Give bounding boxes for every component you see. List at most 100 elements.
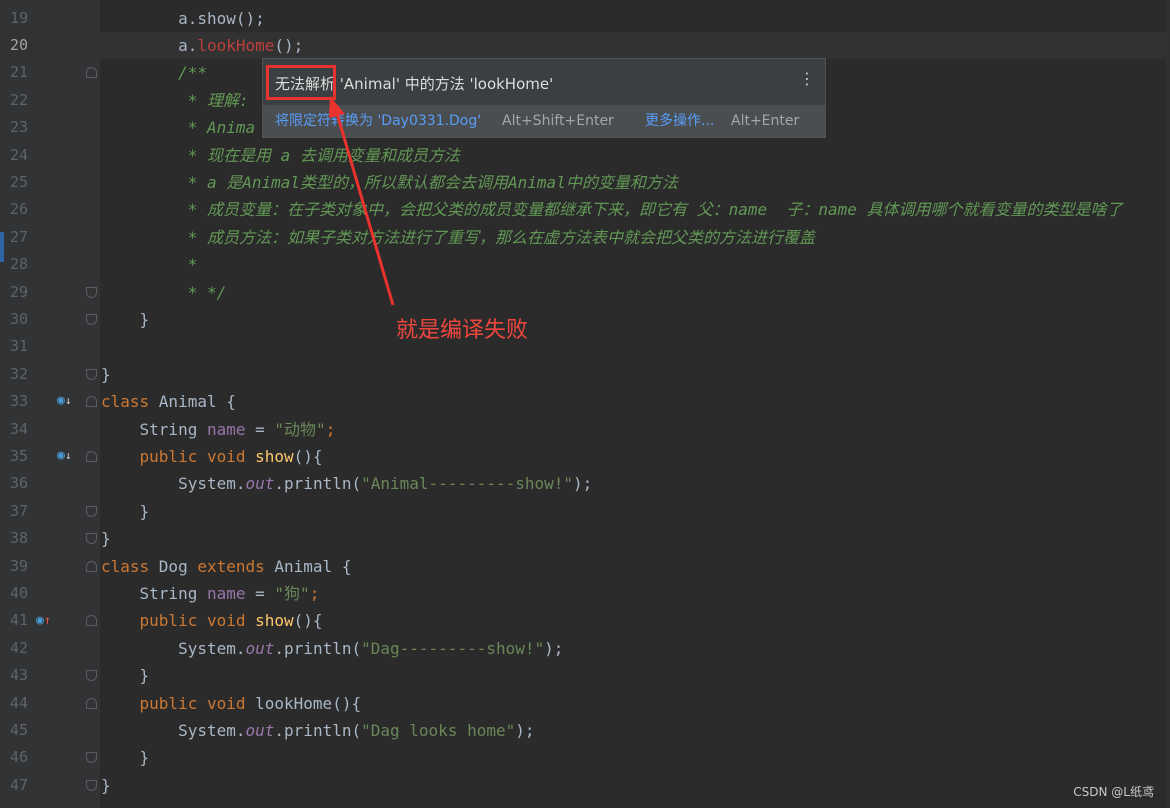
- code-line[interactable]: 19 a.show();: [0, 5, 1170, 32]
- code-line[interactable]: 27 * 成员方法：如果子类对方法进行了重写，那么在虚方法表中就会把父类的方法进…: [0, 224, 1170, 251]
- line-number[interactable]: 41: [0, 607, 28, 634]
- line-number[interactable]: 43: [0, 662, 28, 689]
- line-number[interactable]: 27: [0, 224, 28, 251]
- highlight-annotation-box: [266, 65, 336, 100]
- line-number[interactable]: 35: [0, 443, 28, 470]
- code-text: }: [101, 309, 150, 329]
- line-number[interactable]: 39: [0, 553, 28, 580]
- overrides-up-icon[interactable]: ◉↑: [36, 611, 51, 630]
- fold-toggle-icon[interactable]: [86, 505, 97, 517]
- code-line[interactable]: 30 }: [0, 306, 1170, 333]
- fold-toggle-icon[interactable]: [86, 396, 97, 408]
- fold-toggle-icon[interactable]: [86, 67, 97, 79]
- fold-toggle-icon[interactable]: [86, 450, 97, 462]
- fold-toggle-icon[interactable]: [86, 368, 97, 380]
- fold-toggle-icon[interactable]: [86, 670, 97, 682]
- code-text: * 成员方法：如果子类对方法进行了重写，那么在虚方法表中就会把父类的方法进行覆盖: [101, 227, 815, 247]
- code-text: *: [101, 255, 198, 275]
- code-text: }: [101, 364, 111, 384]
- line-number[interactable]: 29: [0, 279, 28, 306]
- code-line[interactable]: 20 a.lookHome();: [0, 32, 1170, 59]
- convert-qualifier-action[interactable]: 将限定符转换为 'Day0331.Dog': [275, 105, 481, 137]
- code-text: class Animal {: [101, 392, 236, 412]
- line-number[interactable]: 25: [0, 169, 28, 196]
- code-text: * Anima: [101, 118, 256, 138]
- line-number[interactable]: 20: [0, 32, 28, 59]
- line-number[interactable]: 38: [0, 525, 28, 552]
- line-number[interactable]: 42: [0, 635, 28, 662]
- code-line[interactable]: 43 }: [0, 662, 1170, 689]
- code-line[interactable]: 25 * a 是Animal类型的，所以默认都会去调用Animal中的变量和方法: [0, 169, 1170, 196]
- code-line[interactable]: 42 System.out.println("Dag---------show!…: [0, 635, 1170, 662]
- code-line[interactable]: 36 System.out.println("Animal---------sh…: [0, 470, 1170, 497]
- code-line[interactable]: 41 ◉↑ public void show(){: [0, 607, 1170, 634]
- fold-toggle-icon[interactable]: [86, 752, 97, 764]
- code-line[interactable]: 46 }: [0, 744, 1170, 771]
- implemented-down-icon[interactable]: ◉↓: [57, 447, 71, 465]
- code-line[interactable]: 31: [0, 333, 1170, 360]
- line-number[interactable]: 37: [0, 498, 28, 525]
- code-line[interactable]: 26 * 成员变量：在子类对象中，会把父类的成员变量都继承下来，即它有 父：na…: [0, 196, 1170, 223]
- code-text: public void lookHome(){: [101, 693, 362, 713]
- code-line[interactable]: 29 * */: [0, 279, 1170, 306]
- line-number[interactable]: 34: [0, 416, 28, 443]
- fold-toggle-icon[interactable]: [86, 615, 97, 627]
- code-line[interactable]: 33 ◉↓ class Animal {: [0, 388, 1170, 415]
- line-number[interactable]: 36: [0, 470, 28, 497]
- code-line[interactable]: 34 String name = "动物";: [0, 416, 1170, 443]
- code-text: }: [101, 666, 150, 686]
- line-number[interactable]: 21: [0, 59, 28, 86]
- code-line[interactable]: 44 public void lookHome(){: [0, 690, 1170, 717]
- code-text: * a 是Animal类型的，所以默认都会去调用Animal中的变量和方法: [101, 172, 678, 192]
- line-number[interactable]: 28: [0, 251, 28, 278]
- code-text: String name = "狗";: [101, 583, 320, 603]
- code-text: public void show(){: [101, 446, 323, 466]
- fold-toggle-icon[interactable]: [86, 533, 97, 545]
- code-line[interactable]: 39 class Dog extends Animal {: [0, 553, 1170, 580]
- code-line[interactable]: 24 * 现在是用 a 去调用变量和成员方法: [0, 142, 1170, 169]
- code-text: System.out.println("Animal---------show!…: [101, 474, 593, 494]
- code-line[interactable]: 45 System.out.println("Dag looks home");: [0, 717, 1170, 744]
- code-line[interactable]: 37 }: [0, 498, 1170, 525]
- more-options-icon[interactable]: ⋮: [799, 71, 815, 87]
- editor-scrollbar[interactable]: [1166, 0, 1170, 808]
- more-actions-link[interactable]: 更多操作...: [645, 105, 714, 137]
- line-number[interactable]: 30: [0, 306, 28, 333]
- implemented-down-icon[interactable]: ◉↓: [57, 392, 71, 410]
- code-text: /**: [101, 63, 207, 83]
- code-line[interactable]: 47}: [0, 772, 1170, 799]
- error-tooltip-popup: 无法解析 'Animal' 中的方法 'lookHome' ⋮ 将限定符转换为 …: [262, 58, 826, 138]
- line-number[interactable]: 33: [0, 388, 28, 415]
- fold-toggle-icon[interactable]: [86, 697, 97, 709]
- line-number[interactable]: 45: [0, 717, 28, 744]
- code-text: * 理解:: [101, 90, 249, 110]
- line-number[interactable]: 19: [0, 5, 28, 32]
- code-text: String name = "动物";: [101, 419, 336, 439]
- fold-toggle-icon[interactable]: [86, 286, 97, 298]
- code-line[interactable]: 35 ◉↓ public void show(){: [0, 443, 1170, 470]
- code-line[interactable]: 28 *: [0, 251, 1170, 278]
- code-text: }: [101, 529, 111, 549]
- annotation-text: 就是编译失败: [396, 318, 529, 343]
- fold-toggle-icon[interactable]: [86, 560, 97, 572]
- fold-toggle-icon[interactable]: [86, 313, 97, 325]
- line-number[interactable]: 24: [0, 142, 28, 169]
- line-number[interactable]: 26: [0, 196, 28, 223]
- line-number[interactable]: 32: [0, 361, 28, 388]
- fold-toggle-icon[interactable]: [86, 779, 97, 791]
- code-text: }: [101, 748, 150, 768]
- code-line[interactable]: 40 String name = "狗";: [0, 580, 1170, 607]
- code-line[interactable]: 32}: [0, 361, 1170, 388]
- line-number[interactable]: 31: [0, 333, 28, 360]
- code-text: System.out.println("Dag---------show!");: [101, 638, 564, 658]
- more-actions-shortcut: Alt+Enter: [731, 113, 800, 129]
- quick-fix-bar: 将限定符转换为 'Day0331.Dog' Alt+Shift+Enter 更多…: [263, 105, 825, 137]
- line-number[interactable]: 46: [0, 744, 28, 771]
- line-number[interactable]: 47: [0, 772, 28, 799]
- code-line[interactable]: 38}: [0, 525, 1170, 552]
- line-number[interactable]: 40: [0, 580, 28, 607]
- watermark: CSDN @L纸鸢: [1073, 785, 1154, 799]
- line-number[interactable]: 23: [0, 114, 28, 141]
- line-number[interactable]: 44: [0, 690, 28, 717]
- line-number[interactable]: 22: [0, 87, 28, 114]
